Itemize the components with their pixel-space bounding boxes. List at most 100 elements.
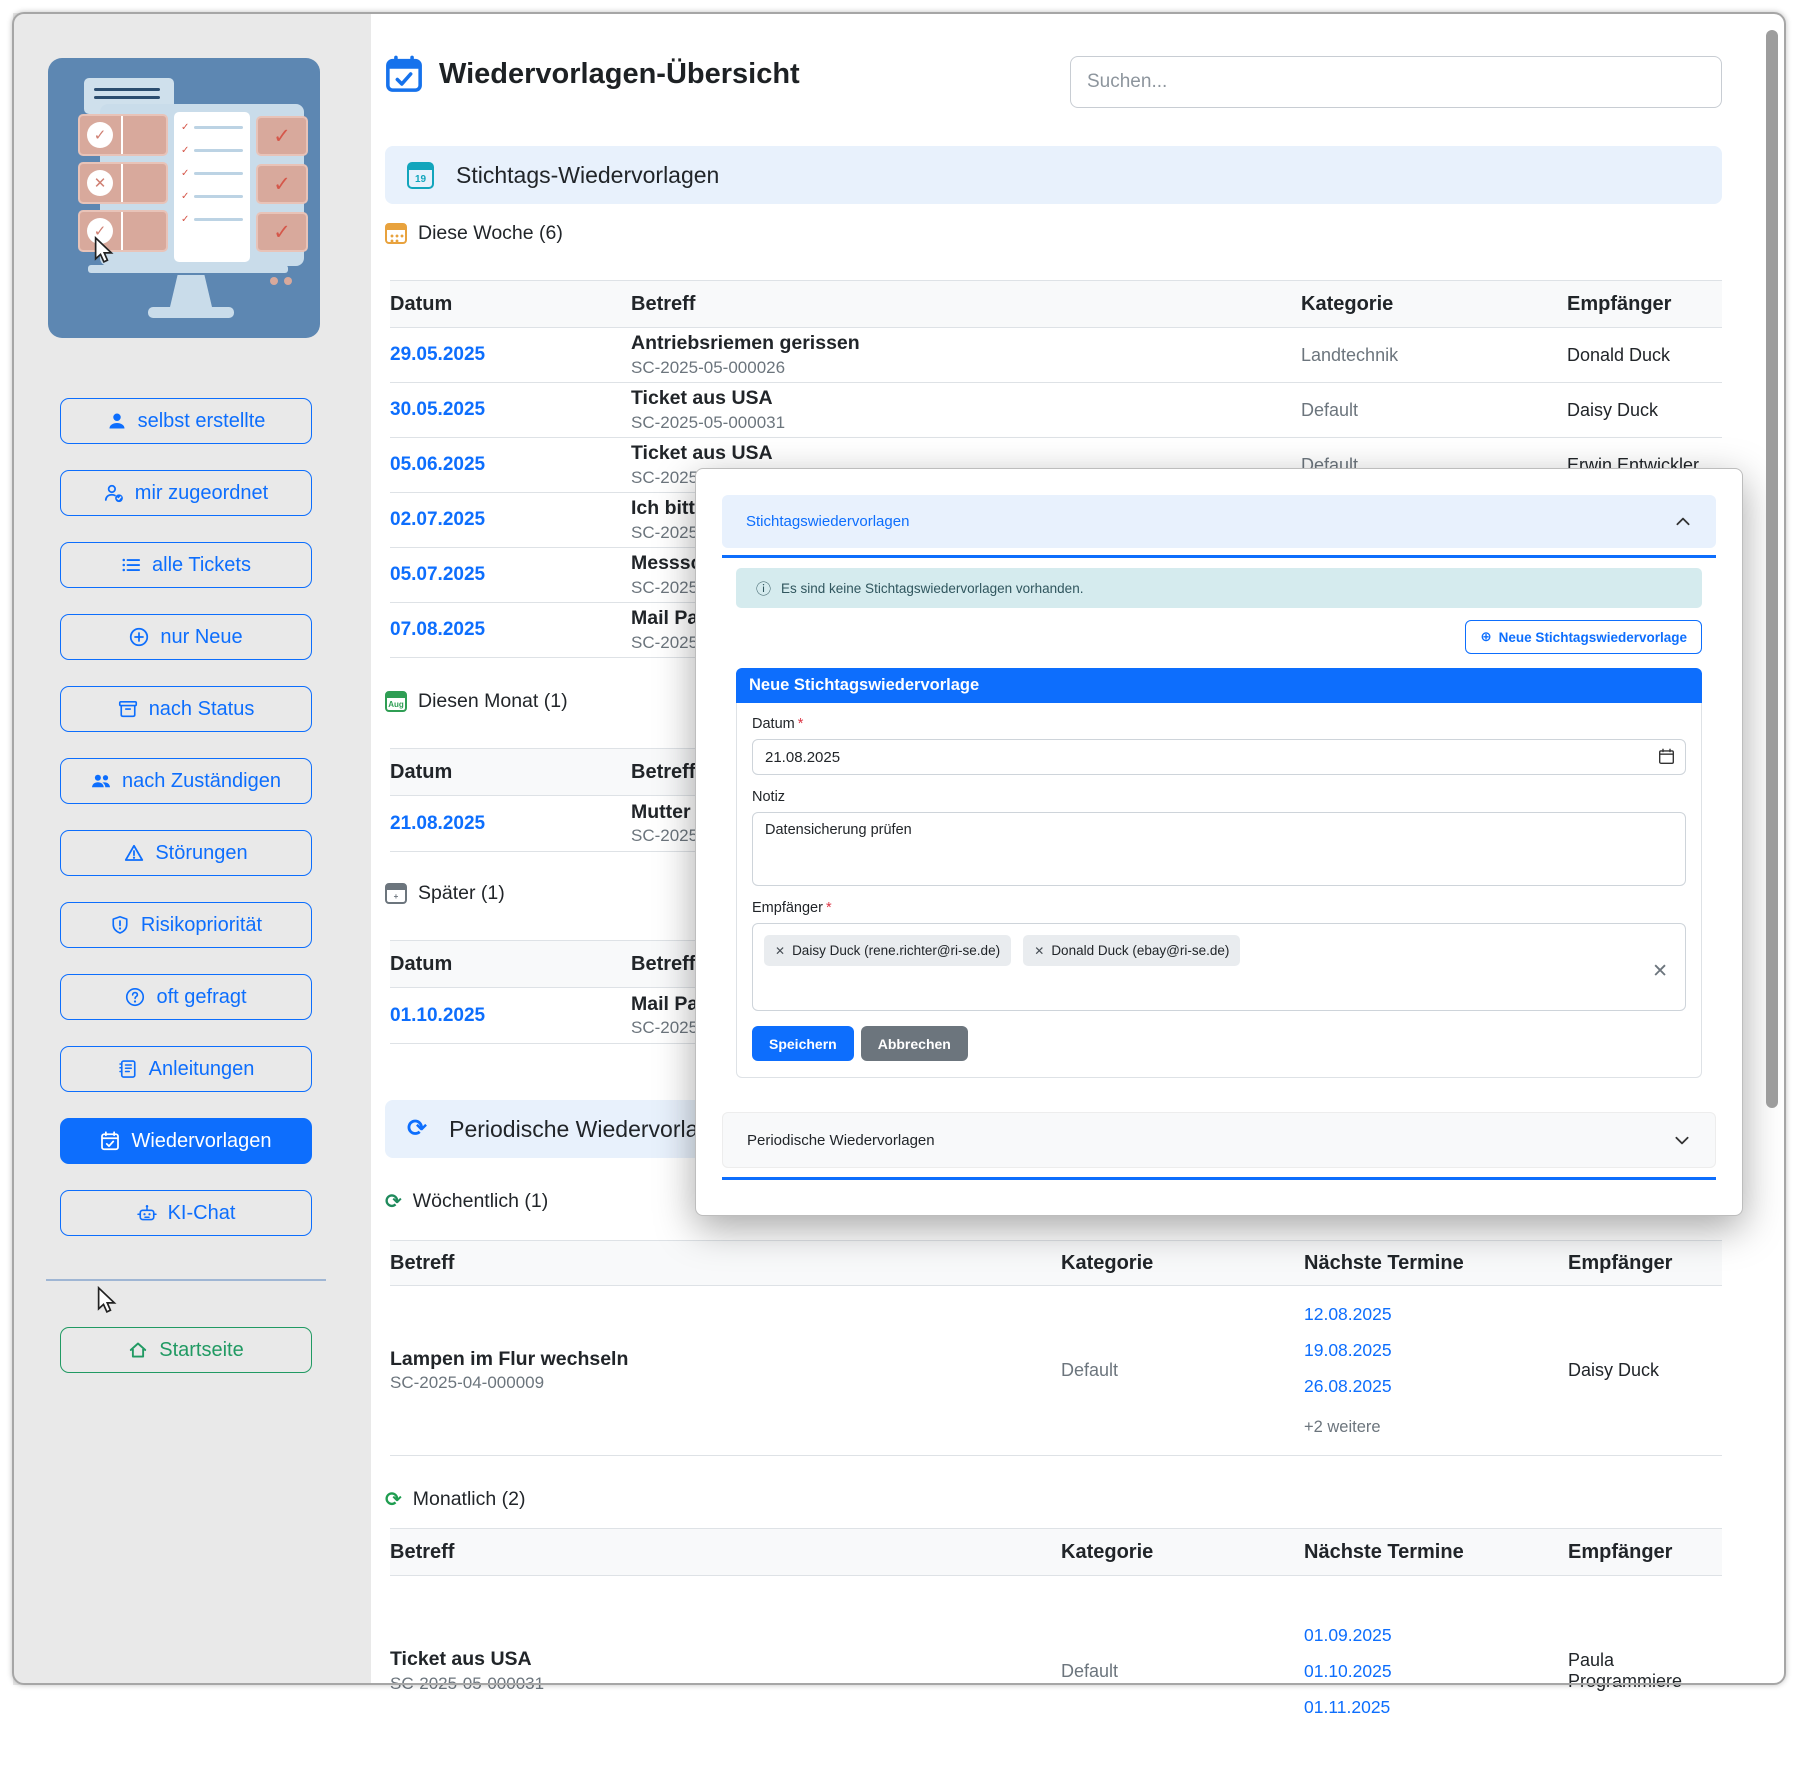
date-link[interactable]: 29.05.2025 [390, 344, 631, 366]
date-field[interactable] [752, 739, 1686, 775]
table-row: 29.05.2025 Antriebsriemen gerissenSC-202… [390, 328, 1722, 383]
date-link[interactable]: 30.05.2025 [390, 399, 631, 421]
monthly-section-heading: ⟳ Monatlich (2) [385, 1488, 525, 1511]
sidebar-item-ki-chat[interactable]: KI-Chat [60, 1190, 312, 1236]
ticket-subject: Lampen im Flur wechseln [390, 1347, 1061, 1372]
column-header-naechste-termine: Nächste Termine [1304, 1541, 1568, 1564]
date-link[interactable]: 05.07.2025 [390, 564, 631, 586]
person-check-icon [104, 483, 124, 503]
cycle-icon: ⟳ [385, 1192, 402, 1212]
ticket-recipient: Daisy Duck [1568, 1360, 1722, 1381]
date-picker-icon[interactable] [1658, 748, 1675, 765]
cancel-button[interactable]: Abbrechen [861, 1026, 968, 1061]
week-section-heading: Diese Woche (6) [385, 222, 563, 245]
clear-recipients-icon[interactable]: ✕ [1652, 960, 1668, 983]
save-button[interactable]: Speichern [752, 1026, 854, 1061]
monthly-table-header: Betreff Kategorie Nächste Termine Empfän… [390, 1528, 1722, 1576]
warning-triangle-icon [124, 843, 144, 863]
next-date-link[interactable]: 01.09.2025 [1304, 1625, 1568, 1646]
calendar-check-icon [100, 1131, 120, 1151]
robot-icon [137, 1203, 157, 1223]
ticket-recipient: Paula Programmiere [1568, 1650, 1722, 1692]
sidebar-item-startseite[interactable]: Startseite [60, 1327, 312, 1373]
weekly-section-heading: ⟳ Wöchentlich (1) [385, 1190, 548, 1213]
sidebar-item-stoerungen[interactable]: Störungen [60, 830, 312, 876]
date-link[interactable]: 21.08.2025 [390, 813, 631, 835]
sidebar-item-mir-zugeordnet[interactable]: mir zugeordnet [60, 470, 312, 516]
note-field-label: Notiz [752, 789, 1686, 805]
later-section-heading: + Später (1) [385, 882, 505, 905]
ticket-subject: Ticket aus USA [631, 386, 1301, 411]
journal-icon [118, 1059, 138, 1079]
stichtagswiedervorlagen-dialog: Stichtagswiedervorlagen ⓘ Es sind keine … [695, 468, 1743, 1216]
calendar-month-icon: Aug [385, 691, 407, 712]
form-title: Neue Stichtagswiedervorlage [736, 668, 1702, 703]
new-stichtagswiedervorlage-form: Neue Stichtagswiedervorlage Datum* Notiz… [736, 668, 1702, 1078]
search-input[interactable] [1070, 56, 1722, 108]
sidebar-item-wiedervorlagen[interactable]: Wiedervorlagen [60, 1118, 312, 1164]
ticket-category: Landtechnik [1301, 345, 1567, 366]
sidebar-item-nach-zustaendigen[interactable]: nach Zuständigen [60, 758, 312, 804]
next-date-link[interactable]: 12.08.2025 [1304, 1304, 1568, 1325]
stichtags-section-banner: 19 Stichtags-Wiedervorlagen [385, 146, 1722, 204]
sidebar-nav: selbst erstellte mir zugeordnet alle Tic… [60, 398, 312, 1236]
stichtags-banner-title: Stichtags-Wiedervorlagen [456, 162, 719, 189]
ticket-recipient: Donald Duck [1567, 345, 1722, 366]
ticket-number: SC-2025-04-000009 [390, 1372, 1061, 1394]
calendar-check-title-icon [385, 55, 423, 93]
more-dates-link[interactable]: +2 weitere [1304, 1418, 1568, 1437]
date-link[interactable]: 01.10.2025 [390, 1005, 631, 1027]
sidebar-item-nur-neue[interactable]: nur Neue [60, 614, 312, 660]
recipients-field-label: Empfänger* [752, 900, 1686, 916]
next-date-link[interactable]: 01.11.2025 [1304, 1697, 1568, 1718]
column-header-empfaenger: Empfänger [1567, 293, 1722, 316]
week-table-header: Datum Betreff Kategorie Empfänger [390, 280, 1722, 328]
new-stichtagswiedervorlage-button[interactable]: ⊕ Neue Stichtagswiedervorlage [1465, 620, 1702, 654]
date-link[interactable]: 05.06.2025 [390, 454, 631, 476]
chevron-up-icon[interactable] [1674, 513, 1692, 531]
ticket-number: SC-2025-05-000031 [390, 1673, 1061, 1695]
table-row: Ticket aus USASC-2025-05-000031 Default … [390, 1576, 1722, 1766]
sidebar-item-nach-status[interactable]: nach Status [60, 686, 312, 732]
recipients-field[interactable]: ✕ Daisy Duck (rene.richter@ri-se.de) ✕ D… [752, 923, 1686, 1011]
date-field-label: Datum* [752, 716, 1686, 732]
sidebar-item-oft-gefragt[interactable]: oft gefragt [60, 974, 312, 1020]
date-link[interactable]: 02.07.2025 [390, 509, 631, 531]
column-header-betreff: Betreff [631, 293, 1301, 316]
next-date-link[interactable]: 26.08.2025 [1304, 1376, 1568, 1397]
chevron-down-icon[interactable] [1673, 1131, 1691, 1149]
column-header-betreff: Betreff [390, 1252, 1061, 1275]
remove-chip-icon[interactable]: ✕ [1034, 944, 1044, 958]
sidebar-item-selbst-erstellte[interactable]: selbst erstellte [60, 398, 312, 444]
ticket-subject: Antriebsriemen gerissen [631, 331, 1301, 356]
archive-icon [118, 699, 138, 719]
column-header-empfaenger: Empfänger [1568, 1252, 1722, 1275]
recipient-chip: ✕ Daisy Duck (rene.richter@ri-se.de) [764, 935, 1011, 966]
accordion-periodische-wiedervorlagen[interactable]: Periodische Wiedervorlagen [722, 1112, 1716, 1168]
date-link[interactable]: 07.08.2025 [390, 619, 631, 641]
column-header-betreff: Betreff [390, 1541, 1061, 1564]
next-date-link[interactable]: 19.08.2025 [1304, 1340, 1568, 1361]
checklist-illustration: ✓ ✕ ✓ ✓ ✓ ✓ ✓ ✓ ✓ ✓ ✓ [48, 58, 320, 338]
ticket-category: Default [1301, 400, 1567, 421]
mouse-cursor-icon [92, 236, 118, 266]
sidebar-item-anleitungen[interactable]: Anleitungen [60, 1046, 312, 1092]
sidebar-item-risikoprioritaet[interactable]: Risikopriorität [60, 902, 312, 948]
column-header-kategorie: Kategorie [1061, 1541, 1304, 1564]
plus-circle-icon [129, 627, 149, 647]
next-date-link[interactable]: 01.10.2025 [1304, 1661, 1568, 1682]
cycle-icon: ⟳ [385, 1490, 402, 1510]
ticket-recipient: Daisy Duck [1567, 400, 1722, 421]
person-icon [107, 411, 127, 431]
shield-exclamation-icon [110, 915, 130, 935]
column-header-empfaenger: Empfänger [1568, 1541, 1722, 1564]
accordion-stichtagswiedervorlagen[interactable]: Stichtagswiedervorlagen [722, 495, 1716, 548]
sidebar-item-alle-tickets[interactable]: alle Tickets [60, 542, 312, 588]
note-field[interactable]: Datensicherung prüfen [752, 812, 1686, 886]
list-icon [121, 555, 141, 575]
home-icon [128, 1340, 148, 1360]
remove-chip-icon[interactable]: ✕ [775, 944, 785, 958]
scrollbar-thumb[interactable] [1766, 30, 1778, 1108]
column-header-datum: Datum [390, 953, 631, 976]
people-icon [91, 771, 111, 791]
